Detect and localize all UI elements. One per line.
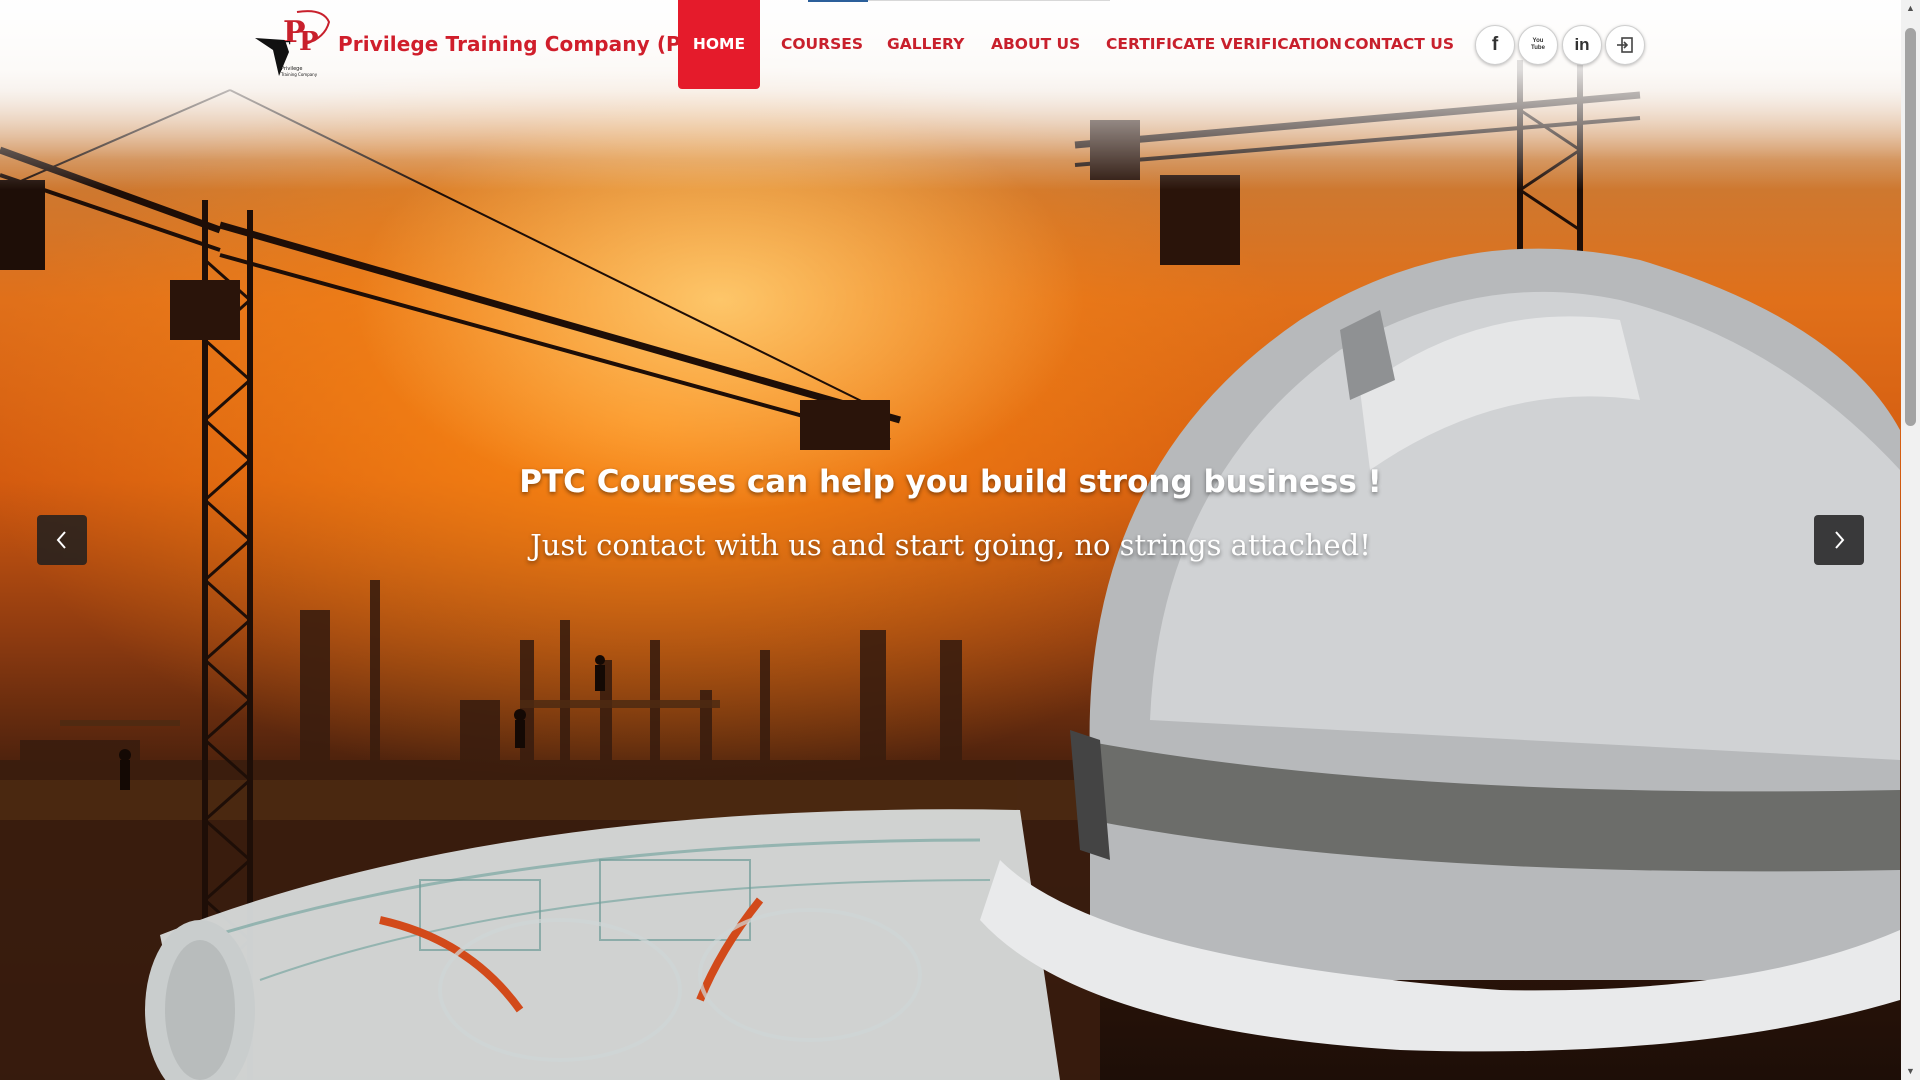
youtube-button[interactable]: You Tube <box>1518 25 1558 65</box>
chevron-left-icon <box>56 531 66 549</box>
page-viewport: P P T Privilege Training Company Privile… <box>0 0 1901 1080</box>
nav-item-gallery[interactable]: GALLERY <box>887 0 964 89</box>
scroll-down-arrow-icon[interactable]: ▼ <box>1901 1063 1920 1080</box>
nav-item-contact-us[interactable]: CONTACT US <box>1344 0 1454 89</box>
linkedin-button[interactable]: in <box>1562 25 1602 65</box>
youtube-icon: You Tube <box>1531 38 1545 51</box>
nav-item-about-us[interactable]: ABOUT US <box>991 0 1080 89</box>
svg-text:P: P <box>299 27 319 57</box>
brand-name[interactable]: Privilege Training Company (PTC) <box>338 32 719 56</box>
facebook-button[interactable]: f <box>1475 25 1515 65</box>
nav-item-home[interactable]: HOME <box>678 0 760 89</box>
ptc-logo[interactable]: P P T Privilege Training Company <box>255 6 335 82</box>
linkedin-icon: in <box>1574 35 1590 54</box>
slider-next-button[interactable] <box>1814 515 1864 565</box>
chevron-right-icon <box>1835 531 1845 549</box>
login-button[interactable] <box>1605 25 1645 65</box>
svg-text:T: T <box>277 38 291 59</box>
login-icon <box>1617 37 1633 53</box>
svg-text:Training Company: Training Company <box>280 72 318 77</box>
nav-item-courses[interactable]: COURSES <box>781 0 863 89</box>
hero-headline: PTC Courses can help you build strong bu… <box>519 464 1382 500</box>
site-header: P P T Privilege Training Company Privile… <box>0 0 1901 90</box>
nav-item-certificate-verification[interactable]: CERTIFICATE VERIFICATION <box>1106 0 1342 89</box>
facebook-icon: f <box>1491 34 1499 55</box>
slider-prev-button[interactable] <box>37 515 87 565</box>
page-scrollbar[interactable]: ▲ ▼ <box>1901 0 1920 1080</box>
hero-subline: Just contact with us and start going, no… <box>530 528 1371 562</box>
scrollbar-thumb[interactable] <box>1905 28 1916 426</box>
scroll-up-arrow-icon[interactable]: ▲ <box>1901 0 1920 17</box>
